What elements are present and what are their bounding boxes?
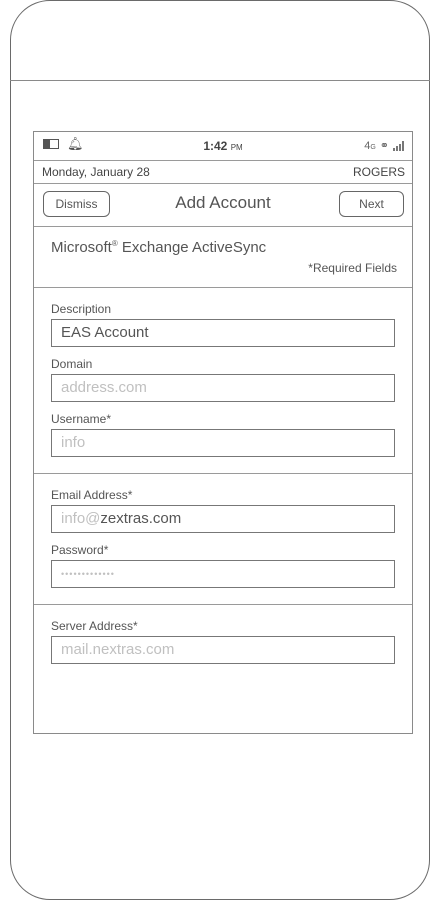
sync-icon: ⚭ <box>379 140 389 152</box>
username-field[interactable]: info <box>51 429 395 457</box>
server-group: Server Address* mail.nextras.com <box>34 605 412 678</box>
description-label: Description <box>51 302 112 316</box>
account-type-brand: Microsoft <box>51 239 112 256</box>
username-label: Username* <box>51 412 112 426</box>
server-settings-group: Description EAS Account Domain address.c… <box>34 288 412 474</box>
date-bar: Monday, January 28 ROGERS <box>34 161 412 184</box>
status-bar: 🔔︎ 1:42 PM 4G ⚭ <box>34 132 412 161</box>
phone-earpiece-line <box>10 80 430 81</box>
domain-field[interactable]: address.com <box>51 374 395 402</box>
signal-icon <box>393 140 404 151</box>
password-label: Password* <box>51 543 109 557</box>
account-type-section: Microsoft® Exchange ActiveSync *Required… <box>34 227 412 288</box>
phone-screen: 🔔︎ 1:42 PM 4G ⚭ Monday, January 28 ROGER… <box>33 131 413 734</box>
account-type-name: Microsoft® Exchange ActiveSync <box>51 239 266 256</box>
status-time: 1:42 PM <box>34 139 412 153</box>
network-label: 4G <box>364 140 376 152</box>
required-fields-note: *Required Fields <box>308 261 397 275</box>
time-meridiem: PM <box>230 143 243 152</box>
next-button[interactable]: Next <box>339 191 404 217</box>
date-text: Monday, January 28 <box>42 165 150 179</box>
description-field[interactable]: EAS Account <box>51 319 395 347</box>
status-right-icons: 4G ⚭ <box>364 139 404 152</box>
email-value-local: info@ <box>61 510 101 527</box>
page-header: Dismiss Add Account Next <box>34 184 412 227</box>
email-value-domain: zextras.com <box>100 510 182 527</box>
time-value: 1:42 <box>203 139 228 153</box>
email-label: Email Address* <box>51 488 133 502</box>
server-address-label: Server Address* <box>51 619 138 633</box>
password-field[interactable]: ••••••••••••• <box>51 560 395 588</box>
server-address-field[interactable]: mail.nextras.com <box>51 636 395 664</box>
carrier-text: ROGERS <box>352 165 405 179</box>
account-type-product: Exchange ActiveSync <box>117 239 267 256</box>
credentials-group: Email Address* info@zextras.com Password… <box>34 474 412 605</box>
network-sub: G <box>370 143 376 151</box>
domain-label: Domain <box>51 357 93 371</box>
email-field[interactable]: info@zextras.com <box>51 505 395 533</box>
